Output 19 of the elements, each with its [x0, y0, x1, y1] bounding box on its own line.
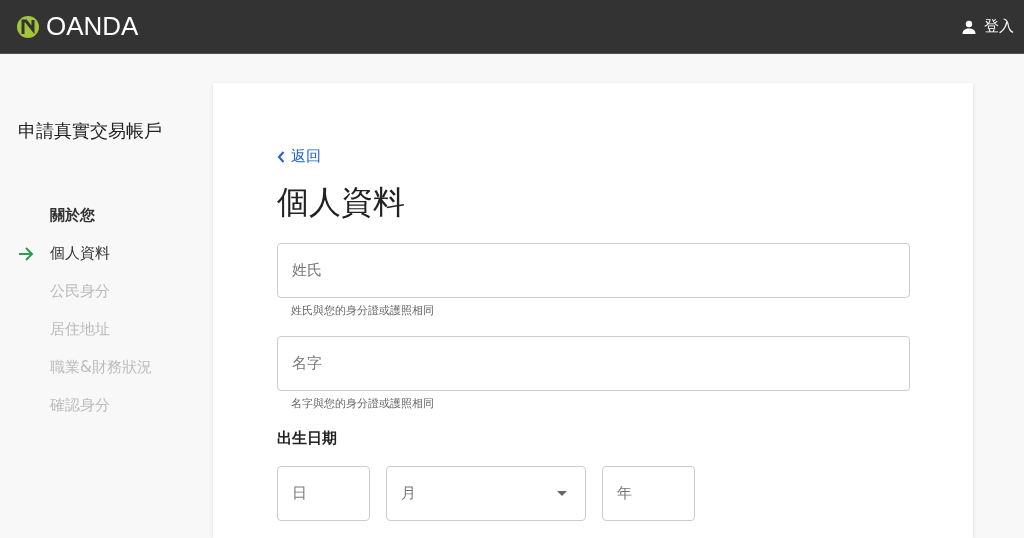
input-field[interactable]: 名字 — [277, 335, 910, 391]
input-field[interactable]: 年 — [602, 465, 695, 521]
logo-text[interactable]: OANDA — [46, 11, 139, 42]
logo-icon — [16, 14, 40, 39]
input-field[interactable]: 日 — [277, 465, 370, 521]
chevron-left-icon — [277, 150, 285, 163]
page-title: 申請真實交易帳戶 — [18, 119, 163, 143]
helper-text: 名字與您的身分證或護照相同 — [291, 395, 435, 411]
dropdown[interactable]: 月 — [386, 465, 586, 521]
user-icon — [962, 19, 976, 34]
form-title: 個人資料 — [277, 181, 406, 223]
step-item[interactable]: 個人資料 — [50, 244, 110, 263]
login-link[interactable]: 登入 — [962, 17, 1014, 36]
caret-down-icon — [557, 490, 567, 496]
back-link[interactable]: 返回 — [277, 147, 321, 166]
helper-text: 姓氏與您的身分證或護照相同 — [291, 302, 435, 318]
input-field[interactable]: 姓氏 — [277, 242, 910, 298]
section-label: 關於您 — [50, 206, 95, 225]
field-label: 出生日期 — [277, 428, 338, 448]
